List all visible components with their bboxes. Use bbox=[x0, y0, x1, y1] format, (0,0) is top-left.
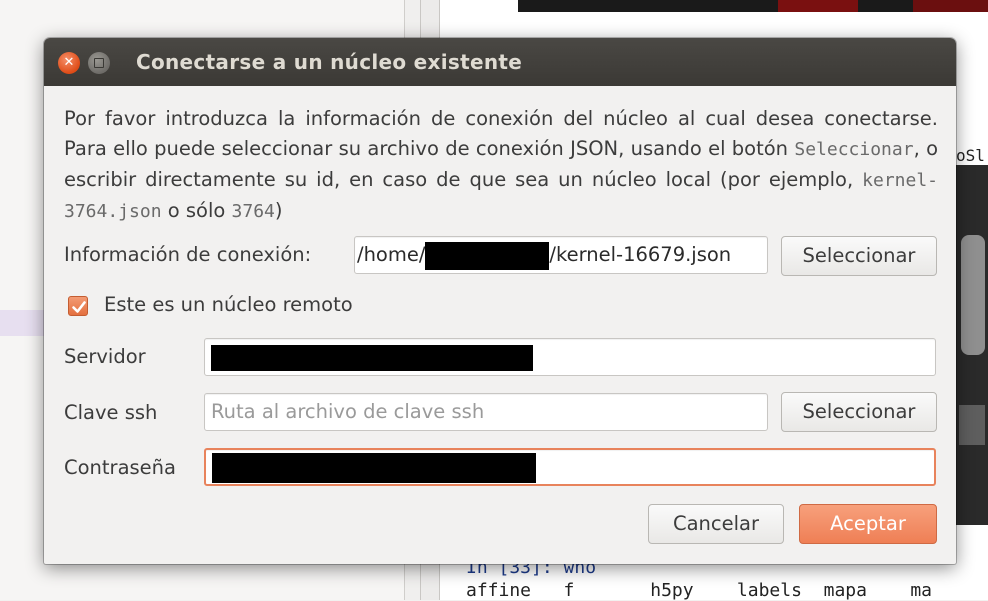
background-image-top bbox=[518, 0, 988, 12]
close-icon[interactable]: ✕ bbox=[58, 52, 80, 74]
dialog-title: Conectarse a un núcleo existente bbox=[136, 50, 523, 74]
connection-file-input[interactable]: /home//kernel-16679.json bbox=[354, 236, 768, 274]
dialog-titlebar[interactable]: ✕ Conectarse a un núcleo existente bbox=[44, 38, 956, 86]
code-kernel-id: 3764 bbox=[231, 201, 275, 222]
redacted-password bbox=[212, 452, 536, 483]
remote-kernel-label[interactable]: Este es un núcleo remoto bbox=[104, 293, 353, 316]
code-seleccionar: Seleccionar bbox=[794, 139, 914, 160]
remote-kernel-checkbox[interactable] bbox=[68, 296, 88, 316]
redacted-username bbox=[425, 241, 550, 270]
accept-button[interactable]: Aceptar bbox=[799, 504, 937, 544]
connection-info-label: Información de conexión: bbox=[64, 243, 312, 266]
connection-file-browse-button[interactable]: Seleccionar bbox=[781, 236, 937, 276]
connect-kernel-dialog: ✕ Conectarse a un núcleo existente Por f… bbox=[44, 38, 956, 564]
password-label: Contraseña bbox=[64, 456, 176, 479]
cancel-button[interactable]: Cancelar bbox=[648, 504, 784, 544]
dialog-description: Por favor introduzca la información de c… bbox=[64, 107, 939, 222]
ssh-key-input[interactable]: Ruta al archivo de clave ssh bbox=[204, 393, 768, 431]
minimize-icon[interactable] bbox=[88, 52, 110, 74]
background-partial-text: oSl bbox=[956, 146, 985, 165]
password-input[interactable] bbox=[204, 448, 936, 486]
server-input[interactable] bbox=[204, 338, 936, 376]
checkmark-icon bbox=[72, 301, 86, 313]
ssh-key-browse-button[interactable]: Seleccionar bbox=[781, 392, 937, 432]
redacted-server bbox=[211, 344, 533, 371]
ssh-key-label: Clave ssh bbox=[64, 401, 158, 424]
background-console-output: affine f h5py labels mapa ma bbox=[466, 580, 932, 601]
server-label: Servidor bbox=[64, 345, 146, 368]
background-image-right bbox=[955, 165, 988, 525]
